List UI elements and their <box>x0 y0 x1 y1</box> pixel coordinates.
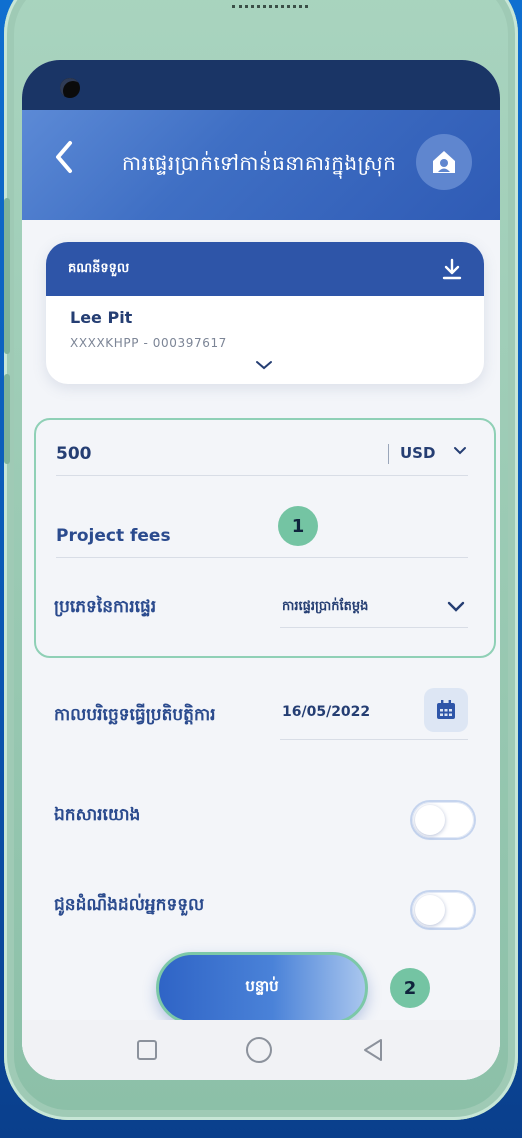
account-number: XXXXKHPP - 000397617 <box>70 336 227 350</box>
account-name: Lee Pit <box>70 308 133 327</box>
reference-toggle[interactable] <box>412 802 474 838</box>
notify-recipient-toggle[interactable] <box>412 892 474 928</box>
system-nav-bar <box>22 1020 500 1080</box>
account-card-header: គណនីទទួល <box>46 242 484 296</box>
next-button[interactable]: បន្ទាប់ <box>156 952 368 1024</box>
chevron-down-icon <box>256 361 272 370</box>
speaker-grille <box>232 0 308 8</box>
date-label: កាលបរិច្ឆេទធ្វើប្រតិបត្តិការ <box>54 705 216 725</box>
currency-divider <box>388 444 389 464</box>
screen: ការផ្ទេរប្រាក់ទៅកាន់ធនាគារក្នុងស្រុក គណន… <box>22 60 500 1080</box>
expand-account-button[interactable] <box>254 356 274 375</box>
toggle-knob <box>415 895 445 925</box>
calendar-icon <box>437 700 455 719</box>
transfer-type-select[interactable]: ការផ្ទេរប្រាក់តែម្តង <box>280 584 468 628</box>
content-area: គណនីទទួល Lee Pit XXXXKHPP - 000397617 50… <box>22 220 500 1080</box>
recipient-account-card: គណនីទទួល Lee Pit XXXXKHPP - 000397617 <box>46 242 484 384</box>
camera-icon <box>60 78 80 98</box>
toggle-knob <box>415 805 445 835</box>
description-value: Project fees <box>56 526 171 546</box>
reference-label: ឯកសារយោង <box>54 805 141 825</box>
back-icon <box>56 141 72 173</box>
currency-select[interactable]: USD <box>400 444 435 462</box>
date-value: 16/05/2022 <box>282 704 371 720</box>
app-header: ការផ្ទេរប្រាក់ទៅកាន់ធនាគារក្នុងស្រុក <box>22 110 500 220</box>
description-field[interactable]: Project fees <box>56 516 468 558</box>
power-button <box>4 374 10 464</box>
nav-back-icon[interactable] <box>361 1037 385 1063</box>
home-button[interactable] <box>416 134 472 190</box>
amount-field[interactable]: 500 USD <box>56 434 468 476</box>
calendar-button[interactable] <box>424 688 468 732</box>
notify-recipient-label: ជូនដំណឹងដល់អ្នកទទួល <box>54 895 205 915</box>
transfer-type-value: ការផ្ទេរប្រាក់តែម្តង <box>282 599 369 614</box>
chevron-down-icon <box>446 598 466 617</box>
status-bar <box>22 60 500 110</box>
date-field[interactable]: 16/05/2022 <box>280 688 468 740</box>
home-icon <box>433 151 455 173</box>
nav-recents-icon[interactable] <box>136 1040 157 1060</box>
back-button[interactable] <box>54 140 84 184</box>
transfer-type-label: ប្រភេទនៃការផ្ទេរ <box>54 597 157 617</box>
annotation-badge-2: 2 <box>390 968 430 1008</box>
download-icon[interactable] <box>442 258 462 280</box>
account-section-label: គណនីទទួល <box>68 260 130 276</box>
volume-button <box>4 198 10 354</box>
page-title: ការផ្ទេរប្រាក់ទៅកាន់ធនាគារក្នុងស្រុក <box>122 151 397 175</box>
chevron-down-icon[interactable] <box>452 442 468 461</box>
nav-home-icon[interactable] <box>245 1037 272 1063</box>
amount-value: 500 <box>56 444 92 464</box>
annotation-badge-1: 1 <box>278 506 318 546</box>
